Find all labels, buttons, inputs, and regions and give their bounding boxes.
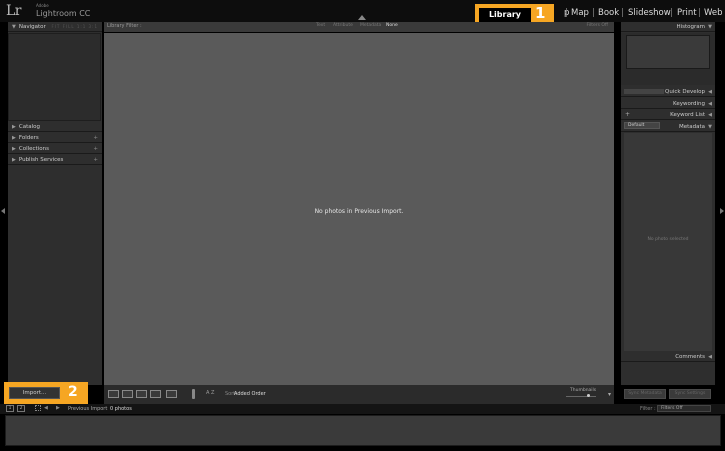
library-filter-bar: Library Filter : Text Attribute Metadata…	[104, 22, 614, 32]
import-button[interactable]: Import...	[9, 387, 60, 399]
triangle-right-icon: ▶	[12, 146, 16, 152]
brand-name: Lightroom CC	[36, 9, 91, 18]
brand-small: Adobe	[36, 3, 49, 8]
navigator-preview	[8, 33, 101, 121]
filter-text-button[interactable]: Text	[316, 23, 325, 28]
filmstrip-bar: 1 2 ◀ ▶ Previous Import 0 photos Filter …	[0, 404, 725, 414]
module-library[interactable]: Library	[479, 8, 531, 22]
panel-keywording[interactable]: Keywording ◀	[621, 99, 715, 109]
secondary-window-button[interactable]: 2	[17, 405, 25, 412]
filter-metadata-button[interactable]: Metadata	[360, 23, 381, 28]
module-map[interactable]: Map	[571, 8, 589, 18]
toggle-top-panel-icon[interactable]	[358, 15, 366, 20]
filter-none-button[interactable]: None	[386, 23, 398, 28]
panel-metadata-label: Metadata	[678, 124, 705, 130]
main-window-button[interactable]: 1	[6, 405, 14, 412]
module-separator: |	[670, 8, 673, 18]
loupe-view-icon[interactable]	[122, 390, 133, 398]
panel-histogram-label: Histogram	[676, 24, 705, 30]
module-separator: |	[565, 8, 568, 18]
metadata-content: No photo selected	[624, 133, 712, 351]
compare-view-icon[interactable]	[136, 390, 147, 398]
sync-metadata-button[interactable]: Sync Metadata	[624, 389, 666, 399]
filmstrip[interactable]	[5, 415, 721, 446]
toolbar-options-chevron-icon[interactable]: ▾	[608, 391, 611, 398]
filter-attribute-button[interactable]: Attribute	[333, 23, 353, 28]
grid-icon[interactable]	[35, 405, 41, 411]
triangle-left-icon: ◀	[708, 112, 712, 118]
module-slideshow[interactable]: Slideshow	[628, 8, 671, 18]
panel-quick-develop-label: Quick Develop	[665, 89, 705, 95]
panel-keyword-list-label: Keyword List	[670, 112, 705, 118]
filmstrip-source[interactable]: Previous Import	[68, 406, 107, 412]
panel-comments-label: Comments	[675, 354, 705, 360]
thumbnail-size-slider[interactable]	[566, 396, 596, 397]
triangle-right-icon: ▶	[12, 135, 16, 141]
people-view-icon[interactable]	[166, 390, 177, 398]
triangle-down-icon: ▼	[708, 24, 712, 30]
photo-count[interactable]: 0 photos	[110, 406, 132, 412]
thumbnails-label: Thumbnails	[570, 388, 597, 393]
triangle-right-icon: ▶	[12, 157, 16, 163]
forward-arrow-icon[interactable]: ▶	[56, 405, 60, 411]
navigator-zoom-options[interactable]: FIT FILL 1:1 3:1	[51, 22, 98, 32]
module-separator: |	[621, 8, 624, 18]
panel-publish-services[interactable]: ▶ Publish Services +	[8, 155, 102, 165]
module-print[interactable]: Print	[677, 8, 697, 18]
triangle-left-icon: ◀	[708, 354, 712, 360]
sort-order-select[interactable]: Added Order	[234, 391, 266, 397]
panel-navigator[interactable]: ▼ Navigator FIT FILL 1:1 3:1	[8, 22, 102, 32]
panel-catalog-label: Catalog	[18, 124, 40, 130]
sync-settings-button[interactable]: Sync Settings	[669, 389, 711, 399]
module-web[interactable]: Web	[704, 8, 723, 18]
panel-publish-services-label: Publish Services	[18, 157, 64, 163]
histogram-graph	[626, 35, 710, 69]
callout-number-1: 1	[535, 4, 546, 22]
add-folder-icon[interactable]: +	[93, 133, 98, 143]
toggle-left-panel-icon[interactable]	[1, 208, 5, 214]
module-separator: |	[698, 8, 701, 18]
panel-quick-develop[interactable]: Quick Develop ◀	[621, 87, 715, 97]
toggle-right-panel-icon[interactable]	[720, 208, 724, 214]
panel-folders[interactable]: ▶ Folders +	[8, 133, 102, 143]
triangle-left-icon: ◀	[708, 101, 712, 107]
back-arrow-icon[interactable]: ◀	[44, 405, 48, 411]
triangle-left-icon: ◀	[708, 89, 712, 95]
grid-view-icon[interactable]	[108, 390, 119, 398]
metadata-preset-select[interactable]: Default	[624, 122, 660, 129]
add-publish-service-icon[interactable]: +	[93, 155, 98, 165]
triangle-down-icon: ▼	[12, 24, 16, 30]
panel-keyword-list[interactable]: Keyword List ◀	[621, 110, 715, 120]
library-filter-label: Library Filter :	[107, 23, 142, 29]
painter-spray-icon[interactable]	[192, 389, 195, 399]
survey-view-icon[interactable]	[150, 390, 161, 398]
filmstrip-filter-select[interactable]: Filters Off	[657, 405, 711, 412]
module-separator: |	[592, 8, 595, 18]
panel-folders-label: Folders	[18, 135, 39, 141]
add-collection-icon[interactable]: +	[93, 144, 98, 154]
triangle-down-icon: ▼	[708, 124, 712, 130]
filter-preset-select[interactable]: Filters Off	[586, 23, 608, 28]
panel-keywording-label: Keywording	[673, 101, 705, 107]
library-toolbar: A Z Sort: Added Order Thumbnails ▾	[104, 385, 614, 404]
filmstrip-filter-label: Filter :	[640, 406, 656, 412]
empty-grid-message: No photos in Previous Import.	[314, 208, 404, 215]
lightroom-logo: Lr	[6, 3, 22, 19]
callout-number-2: 2	[68, 384, 78, 400]
panel-histogram[interactable]: Histogram ▼	[621, 22, 715, 32]
sort-direction-icon[interactable]: A Z	[206, 390, 214, 396]
panel-comments[interactable]: Comments ◀	[621, 352, 715, 362]
no-photo-selected-message: No photo selected	[647, 237, 689, 242]
panel-navigator-label: Navigator	[18, 24, 46, 30]
module-book[interactable]: Book	[598, 8, 619, 18]
triangle-right-icon: ▶	[12, 124, 16, 130]
thumbnail-slider-knob[interactable]	[587, 394, 590, 397]
panel-collections-label: Collections	[18, 146, 49, 152]
grid-view[interactable]: No photos in Previous Import.	[104, 33, 614, 385]
panel-catalog[interactable]: ▶ Catalog	[8, 122, 102, 132]
panel-collections[interactable]: ▶ Collections +	[8, 144, 102, 154]
